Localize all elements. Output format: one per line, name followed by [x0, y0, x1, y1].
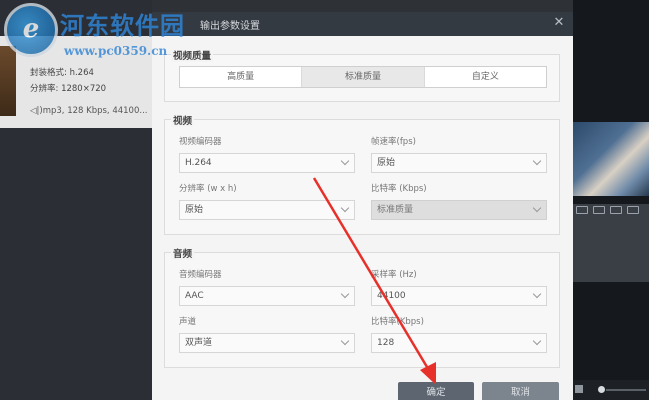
- video-bitrate-field: 标准质量: [371, 200, 547, 220]
- close-icon[interactable]: ✕: [551, 15, 567, 31]
- video-group: 视频 视频编码器 H.264 帧速率(fps) 原始 分辨率 (w x h) 原…: [164, 113, 560, 235]
- video-bitrate-value: 标准质量: [377, 205, 414, 215]
- chevron-down-icon: [532, 289, 542, 299]
- video-bitrate-label: 比特率 (Kbps): [371, 184, 427, 194]
- video-encoder-value: H.264: [185, 158, 212, 168]
- watermark-icon[interactable]: [627, 206, 639, 214]
- preview-panel: [573, 0, 649, 400]
- dialog-titlebar[interactable]: 输出参数设置 ✕: [152, 12, 573, 36]
- video-group-title: 视频: [171, 113, 195, 127]
- file-resolution: 分辨率: 1280×720: [30, 84, 107, 94]
- preview-image: [573, 122, 649, 196]
- quality-group: 视频质量 高质量 标准质量 自定义: [164, 48, 560, 102]
- channel-label: 声道: [179, 317, 197, 327]
- file-audio-info: ◁|)mp3, 128 Kbps, 44100...: [30, 106, 148, 116]
- quality-tabs: 高质量 标准质量 自定义: [179, 66, 547, 88]
- resolution-select[interactable]: 原始: [179, 200, 355, 220]
- cancel-button[interactable]: 取消: [482, 382, 559, 400]
- chevron-down-icon: [532, 156, 542, 166]
- tab-standard-quality[interactable]: 标准质量: [301, 67, 424, 87]
- seek-handle[interactable]: [598, 386, 605, 393]
- chevron-down-icon: [340, 156, 350, 166]
- audio-bitrate-label: 比特率(Kbps): [371, 317, 424, 327]
- output-settings-dialog: 输出参数设置 ✕ 视频质量 高质量 标准质量 自定义 视频 视频编码器 H.26…: [152, 12, 573, 400]
- chevron-down-icon: [532, 203, 542, 213]
- preview-toolbar: [573, 204, 649, 282]
- audio-encoder-label: 音频编码器: [179, 270, 222, 280]
- effect-icon[interactable]: [610, 206, 622, 214]
- watermark-logo-glyph: e: [22, 14, 40, 44]
- tab-high-quality[interactable]: 高质量: [180, 67, 301, 87]
- tab-custom[interactable]: 自定义: [423, 67, 546, 87]
- channel-select[interactable]: 双声道: [179, 333, 355, 353]
- fps-value: 原始: [377, 158, 396, 168]
- watermark-url: www.pc0359.cn: [64, 44, 168, 58]
- audio-encoder-value: AAC: [185, 291, 204, 301]
- fps-label: 帧速率(fps): [371, 137, 416, 147]
- audio-bitrate-value: 128: [377, 338, 395, 348]
- resolution-label: 分辨率 (w x h): [179, 184, 237, 194]
- samplerate-value: 44100: [377, 291, 406, 301]
- watermark-site-name: 河东软件园: [60, 11, 185, 40]
- video-encoder-select[interactable]: H.264: [179, 153, 355, 173]
- resolution-value: 原始: [185, 205, 204, 215]
- channel-value: 双声道: [185, 338, 213, 348]
- dialog-title: 输出参数设置: [200, 21, 260, 32]
- chevron-down-icon: [340, 289, 350, 299]
- quality-group-title: 视频质量: [171, 48, 214, 62]
- video-encoder-label: 视频编码器: [179, 137, 222, 147]
- samplerate-select[interactable]: 44100: [371, 286, 547, 306]
- fps-select[interactable]: 原始: [371, 153, 547, 173]
- watermark-logo: e: [4, 3, 58, 57]
- chevron-down-icon: [340, 336, 350, 346]
- audio-group-title: 音频: [171, 246, 195, 260]
- stop-icon[interactable]: [575, 385, 583, 393]
- audio-group: 音频 音频编码器 AAC 采样率 (Hz) 44100 声道 双声道 比特率(K…: [164, 246, 560, 368]
- seek-track[interactable]: [606, 389, 646, 391]
- ok-button[interactable]: 确定: [398, 382, 474, 400]
- audio-bitrate-select[interactable]: 128: [371, 333, 547, 353]
- chevron-down-icon: [340, 203, 350, 213]
- rotate-icon[interactable]: [593, 206, 605, 214]
- audio-encoder-select[interactable]: AAC: [179, 286, 355, 306]
- file-thumbnail: [0, 46, 16, 116]
- samplerate-label: 采样率 (Hz): [371, 270, 417, 280]
- file-format: 封装格式: h.264: [30, 68, 94, 78]
- chevron-down-icon: [532, 336, 542, 346]
- crop-icon[interactable]: [576, 206, 588, 214]
